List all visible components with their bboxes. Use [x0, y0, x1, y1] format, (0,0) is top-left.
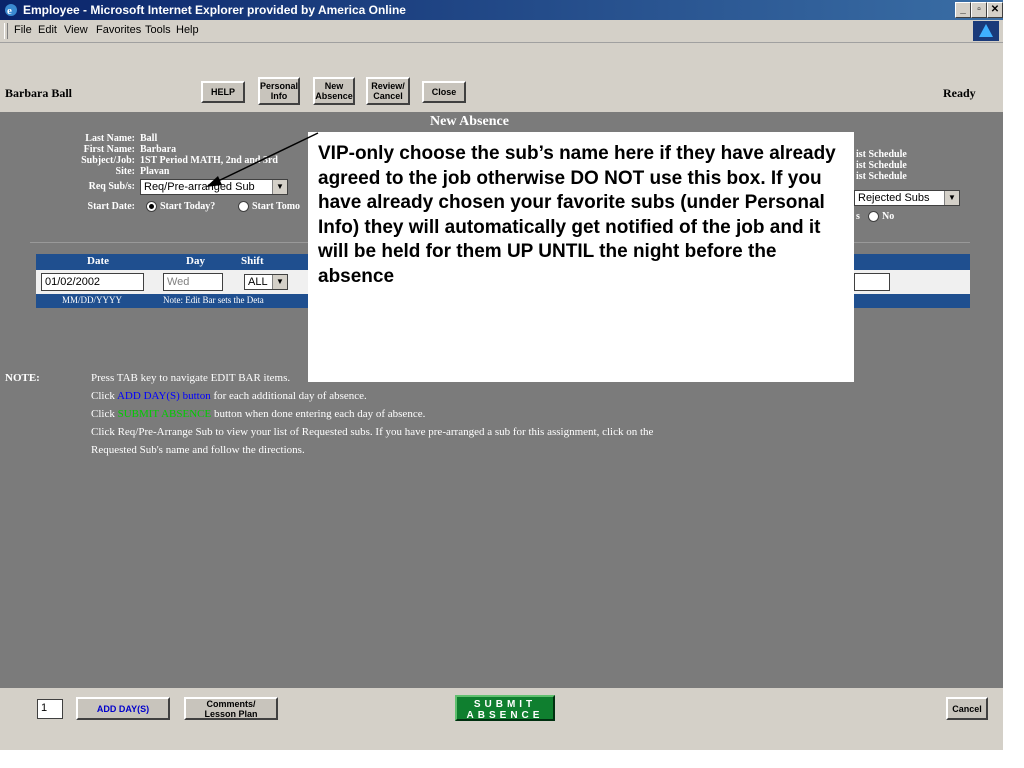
- review-cancel-button[interactable]: Review/ Cancel: [366, 77, 410, 105]
- cancel-button[interactable]: Cancel: [946, 697, 988, 720]
- browser-window: e Employee - Microsoft Internet Explorer…: [0, 0, 1003, 750]
- schedule-link-1[interactable]: ist Schedule: [856, 149, 907, 160]
- edit-bar-note: Note: Edit Bar sets the Deta: [163, 295, 264, 305]
- date-format-hint: MM/DD/YYYY: [62, 295, 123, 305]
- day-input[interactable]: Wed: [163, 273, 223, 291]
- help-button[interactable]: HELP: [201, 81, 245, 103]
- new-absence-button[interactable]: New Absence: [313, 77, 355, 105]
- radio-icon[interactable]: [868, 211, 879, 223]
- maximize-icon[interactable]: ▫: [971, 2, 987, 18]
- note-line-2: Click ADD DAY(S) button for each additio…: [91, 387, 367, 405]
- toolbar-grip: [4, 23, 8, 39]
- radio-icon[interactable]: [238, 201, 249, 213]
- start-today-label: Start Today?: [160, 201, 216, 212]
- menu-view[interactable]: View: [64, 24, 88, 36]
- last-name-value: Ball: [140, 133, 158, 144]
- first-name-value: Barbara: [140, 144, 177, 155]
- rejected-subs-select[interactable]: Rejected Subs ▼: [854, 190, 960, 206]
- note-text: Click: [91, 390, 117, 402]
- start-tomorrow-label: Start Tomo: [252, 201, 301, 212]
- menu-help[interactable]: Help: [176, 24, 199, 36]
- chevron-down-icon[interactable]: ▼: [944, 191, 959, 205]
- grid-header-shift: Shift: [241, 255, 264, 267]
- note-text: for each additional day of absence.: [210, 390, 367, 402]
- shift-select-value: ALL: [248, 276, 268, 288]
- title-bar: e Employee - Microsoft Internet Explorer…: [0, 0, 1003, 20]
- svg-text:e: e: [7, 5, 12, 17]
- form-title: New Absence: [430, 114, 509, 129]
- note-line-5: Requested Sub's name and follow the dire…: [91, 444, 305, 456]
- site-label: Site:: [115, 166, 135, 177]
- personal-info-button[interactable]: Personal Info: [258, 77, 300, 105]
- site-value: Plavan: [140, 166, 170, 177]
- extra-input[interactable]: [854, 273, 890, 291]
- menu-file[interactable]: File: [14, 24, 32, 36]
- rejected-subs-select-value: Rejected Subs: [858, 192, 930, 204]
- yes-option-fragment[interactable]: s: [856, 211, 860, 222]
- callout-annotation: VIP-only choose the sub’s name here if t…: [308, 132, 854, 382]
- date-input[interactable]: 01/02/2002: [41, 273, 144, 291]
- no-label: No: [882, 211, 895, 222]
- note-line-3: Click SUBMIT ABSENCE button when done en…: [91, 405, 425, 423]
- menu-tools[interactable]: Tools: [145, 24, 171, 36]
- start-tomorrow-option[interactable]: Start Tomo: [238, 201, 301, 213]
- grid-header-date: Date: [87, 255, 109, 267]
- ie-logo-icon: e: [5, 4, 17, 17]
- menu-edit[interactable]: Edit: [38, 24, 57, 36]
- bottom-bar: 1 ADD DAY(S) Comments/ Lesson Plan SUBMI…: [0, 688, 1003, 750]
- close-button[interactable]: Close: [422, 81, 466, 103]
- req-subs-label: Req Sub/s:: [88, 181, 135, 192]
- note-line-4: Click Req/Pre-Arrange Sub to view your l…: [91, 426, 654, 438]
- submit-absence-button[interactable]: SUBMIT ABSENCE: [455, 695, 555, 721]
- start-today-option[interactable]: Start Today?: [146, 201, 216, 213]
- schedule-link-2[interactable]: ist Schedule: [856, 160, 907, 171]
- add-day-link[interactable]: ADD DAY(S) button: [117, 390, 211, 402]
- note-text: Click: [91, 408, 118, 420]
- minimize-icon[interactable]: _: [955, 2, 971, 18]
- app-area: Barbara Ball HELP Personal Info New Abse…: [0, 43, 1003, 750]
- aol-throbber-icon: [973, 21, 999, 41]
- close-icon[interactable]: ✕: [987, 2, 1003, 18]
- radio-selected-icon[interactable]: [146, 201, 157, 213]
- shift-select[interactable]: ALL ▼: [244, 274, 288, 290]
- user-name: Barbara Ball: [5, 86, 73, 100]
- schedule-link-3[interactable]: ist Schedule: [856, 171, 907, 182]
- callout-arrow-icon: [206, 132, 319, 187]
- start-date-label: Start Date:: [87, 201, 135, 212]
- no-option[interactable]: No: [868, 211, 895, 223]
- window-title: Employee - Microsoft Internet Explorer p…: [23, 3, 406, 17]
- menu-bar: File Edit View Favorites Tools Help: [0, 20, 1003, 43]
- status-text: Ready: [943, 86, 976, 100]
- app-toolbar: Barbara Ball HELP Personal Info New Abse…: [0, 43, 1003, 112]
- first-name-label: First Name:: [83, 144, 135, 155]
- subject-job-label: Subject/Job:: [81, 155, 135, 166]
- chevron-down-icon[interactable]: ▼: [272, 275, 287, 289]
- last-name-label: Last Name:: [85, 133, 135, 144]
- comments-lesson-plan-button[interactable]: Comments/ Lesson Plan: [184, 697, 278, 720]
- menu-favorites[interactable]: Favorites: [96, 24, 141, 36]
- note-label: NOTE:: [5, 372, 40, 384]
- submit-absence-link[interactable]: SUBMIT ABSENCE: [118, 408, 212, 420]
- note-line-1: Press TAB key to navigate EDIT BAR items…: [91, 372, 291, 384]
- days-count-input[interactable]: 1: [37, 699, 63, 719]
- add-days-button[interactable]: ADD DAY(S): [76, 697, 170, 720]
- grid-header-day: Day: [186, 255, 205, 267]
- note-text: button when done entering each day of ab…: [211, 408, 426, 420]
